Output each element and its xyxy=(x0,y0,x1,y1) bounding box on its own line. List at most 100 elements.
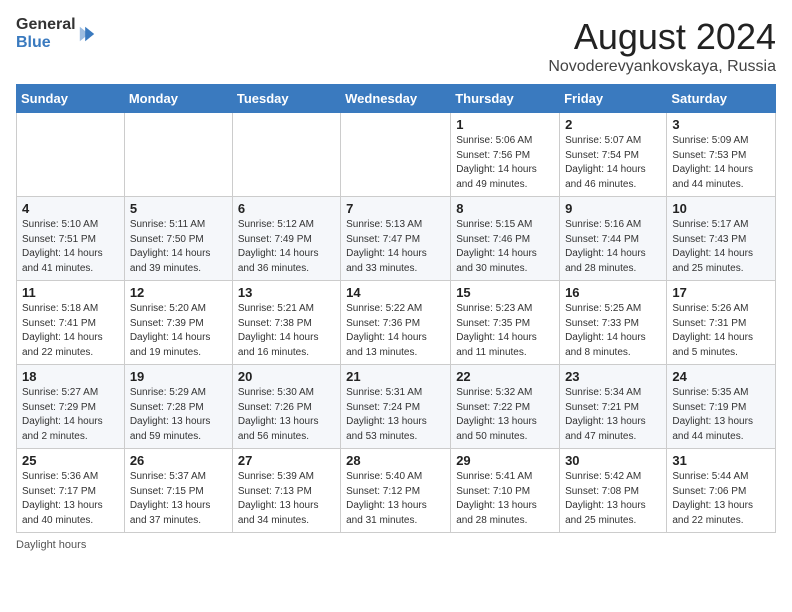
cell-4-6: 31 Sunrise: 5:44 AM Sunset: 7:06 PM Dayli… xyxy=(667,449,776,533)
cell-info: Sunrise: 5:07 AM Sunset: 7:54 PM Dayligh… xyxy=(565,134,661,192)
cell-info: Sunrise: 5:21 AM Sunset: 7:38 PM Dayligh… xyxy=(238,302,335,360)
day-number: 10 xyxy=(672,201,770,216)
cell-info: Sunrise: 5:23 AM Sunset: 7:35 PM Dayligh… xyxy=(456,302,554,360)
cell-2-1: 12 Sunrise: 5:20 AM Sunset: 7:39 PM Dayli… xyxy=(124,281,232,365)
cell-info: Sunrise: 5:39 AM Sunset: 7:13 PM Dayligh… xyxy=(238,470,335,528)
cell-info: Sunrise: 5:17 AM Sunset: 7:43 PM Dayligh… xyxy=(672,218,770,276)
cell-2-6: 17 Sunrise: 5:26 AM Sunset: 7:31 PM Dayli… xyxy=(667,281,776,365)
cell-0-2 xyxy=(232,113,340,197)
cell-info: Sunrise: 5:37 AM Sunset: 7:15 PM Dayligh… xyxy=(130,470,227,528)
cell-1-6: 10 Sunrise: 5:17 AM Sunset: 7:43 PM Dayli… xyxy=(667,197,776,281)
cell-info: Sunrise: 5:40 AM Sunset: 7:12 PM Dayligh… xyxy=(346,470,445,528)
cell-info: Sunrise: 5:44 AM Sunset: 7:06 PM Dayligh… xyxy=(672,470,770,528)
day-number: 17 xyxy=(672,285,770,300)
day-number: 15 xyxy=(456,285,554,300)
day-number: 22 xyxy=(456,369,554,384)
day-header-sunday: Sunday xyxy=(17,85,125,113)
cell-2-0: 11Sunrise: 5:18 AM Sunset: 7:41 PM Dayli… xyxy=(17,281,125,365)
cell-info: Sunrise: 5:10 AM Sunset: 7:51 PM Dayligh… xyxy=(22,218,119,276)
day-number: 11 xyxy=(22,285,119,300)
cell-1-0: 4 Sunrise: 5:10 AM Sunset: 7:51 PM Daylig… xyxy=(17,197,125,281)
day-number: 9 xyxy=(565,201,661,216)
day-number: 14 xyxy=(346,285,445,300)
cell-info: Sunrise: 5:16 AM Sunset: 7:44 PM Dayligh… xyxy=(565,218,661,276)
cell-info: Sunrise: 5:22 AM Sunset: 7:36 PM Dayligh… xyxy=(346,302,445,360)
cell-4-4: 29Sunrise: 5:41 AM Sunset: 7:10 PM Dayli… xyxy=(451,449,560,533)
cell-info: Sunrise: 5:26 AM Sunset: 7:31 PM Dayligh… xyxy=(672,302,770,360)
cell-1-4: 8 Sunrise: 5:15 AM Sunset: 7:46 PM Daylig… xyxy=(451,197,560,281)
cell-0-5: 2Sunrise: 5:07 AM Sunset: 7:54 PM Daylig… xyxy=(560,113,667,197)
cell-2-2: 13 Sunrise: 5:21 AM Sunset: 7:38 PM Dayli… xyxy=(232,281,340,365)
cell-info: Sunrise: 5:29 AM Sunset: 7:28 PM Dayligh… xyxy=(130,386,227,444)
day-number: 30 xyxy=(565,453,661,468)
cell-3-3: 21 Sunrise: 5:31 AM Sunset: 7:24 PM Dayli… xyxy=(341,365,451,449)
cell-2-4: 15 Sunrise: 5:23 AM Sunset: 7:35 PM Dayli… xyxy=(451,281,560,365)
logo-general: General xyxy=(16,16,76,34)
day-header-tuesday: Tuesday xyxy=(232,85,340,113)
logo: General Blue xyxy=(16,16,96,51)
day-number: 26 xyxy=(130,453,227,468)
cell-info: Sunrise: 5:35 AM Sunset: 7:19 PM Dayligh… xyxy=(672,386,770,444)
day-number: 4 xyxy=(22,201,119,216)
cell-info: Sunrise: 5:20 AM Sunset: 7:39 PM Dayligh… xyxy=(130,302,227,360)
cell-1-2: 6 Sunrise: 5:12 AM Sunset: 7:49 PM Daylig… xyxy=(232,197,340,281)
day-header-saturday: Saturday xyxy=(667,85,776,113)
cell-0-1 xyxy=(124,113,232,197)
day-number: 1 xyxy=(456,117,554,132)
cell-4-5: 30 Sunrise: 5:42 AM Sunset: 7:08 PM Dayli… xyxy=(560,449,667,533)
cell-0-3 xyxy=(341,113,451,197)
day-number: 16 xyxy=(565,285,661,300)
logo-blue: Blue xyxy=(16,34,76,52)
cell-info: Sunrise: 5:25 AM Sunset: 7:33 PM Dayligh… xyxy=(565,302,661,360)
day-number: 21 xyxy=(346,369,445,384)
cell-3-1: 19 Sunrise: 5:29 AM Sunset: 7:28 PM Dayli… xyxy=(124,365,232,449)
cell-info: Sunrise: 5:31 AM Sunset: 7:24 PM Dayligh… xyxy=(346,386,445,444)
calendar-table: SundayMondayTuesdayWednesdayThursdayFrid… xyxy=(16,84,776,533)
day-number: 13 xyxy=(238,285,335,300)
cell-3-6: 24 Sunrise: 5:35 AM Sunset: 7:19 PM Dayli… xyxy=(667,365,776,449)
cell-1-5: 9 Sunrise: 5:16 AM Sunset: 7:44 PM Daylig… xyxy=(560,197,667,281)
day-number: 20 xyxy=(238,369,335,384)
cell-1-3: 7 Sunrise: 5:13 AM Sunset: 7:47 PM Daylig… xyxy=(341,197,451,281)
footer-text: Daylight hours xyxy=(16,539,86,551)
day-number: 6 xyxy=(238,201,335,216)
day-number: 28 xyxy=(346,453,445,468)
cell-info: Sunrise: 5:12 AM Sunset: 7:49 PM Dayligh… xyxy=(238,218,335,276)
cell-4-3: 28 Sunrise: 5:40 AM Sunset: 7:12 PM Dayli… xyxy=(341,449,451,533)
cell-3-4: 22 Sunrise: 5:32 AM Sunset: 7:22 PM Dayli… xyxy=(451,365,560,449)
cell-3-0: 18Sunrise: 5:27 AM Sunset: 7:29 PM Dayli… xyxy=(17,365,125,449)
cell-info: Sunrise: 5:32 AM Sunset: 7:22 PM Dayligh… xyxy=(456,386,554,444)
cell-info: Sunrise: 5:27 AM Sunset: 7:29 PM Dayligh… xyxy=(22,386,119,444)
day-number: 3 xyxy=(672,117,770,132)
cell-info: Sunrise: 5:41 AM Sunset: 7:10 PM Dayligh… xyxy=(456,470,554,528)
day-number: 12 xyxy=(130,285,227,300)
day-number: 5 xyxy=(130,201,227,216)
cell-info: Sunrise: 5:11 AM Sunset: 7:50 PM Dayligh… xyxy=(130,218,227,276)
week-row-1: 4 Sunrise: 5:10 AM Sunset: 7:51 PM Daylig… xyxy=(17,197,776,281)
cell-info: Sunrise: 5:06 AM Sunset: 7:56 PM Dayligh… xyxy=(456,134,554,192)
day-number: 31 xyxy=(672,453,770,468)
cell-info: Sunrise: 5:36 AM Sunset: 7:17 PM Dayligh… xyxy=(22,470,119,528)
day-header-monday: Monday xyxy=(124,85,232,113)
day-number: 24 xyxy=(672,369,770,384)
cell-4-2: 27 Sunrise: 5:39 AM Sunset: 7:13 PM Dayli… xyxy=(232,449,340,533)
cell-0-4: 1 Sunrise: 5:06 AM Sunset: 7:56 PM Daylig… xyxy=(451,113,560,197)
cell-4-0: 25 Sunrise: 5:36 AM Sunset: 7:17 PM Dayli… xyxy=(17,449,125,533)
day-number: 7 xyxy=(346,201,445,216)
day-number: 27 xyxy=(238,453,335,468)
day-header-thursday: Thursday xyxy=(451,85,560,113)
day-header-friday: Friday xyxy=(560,85,667,113)
cell-info: Sunrise: 5:15 AM Sunset: 7:46 PM Dayligh… xyxy=(456,218,554,276)
day-number: 23 xyxy=(565,369,661,384)
cell-2-3: 14 Sunrise: 5:22 AM Sunset: 7:36 PM Dayli… xyxy=(341,281,451,365)
day-number: 8 xyxy=(456,201,554,216)
day-header-wednesday: Wednesday xyxy=(341,85,451,113)
cell-info: Sunrise: 5:42 AM Sunset: 7:08 PM Dayligh… xyxy=(565,470,661,528)
cell-0-6: 3 Sunrise: 5:09 AM Sunset: 7:53 PM Daylig… xyxy=(667,113,776,197)
cell-info: Sunrise: 5:09 AM Sunset: 7:53 PM Dayligh… xyxy=(672,134,770,192)
day-number: 25 xyxy=(22,453,119,468)
day-number: 19 xyxy=(130,369,227,384)
cell-info: Sunrise: 5:13 AM Sunset: 7:47 PM Dayligh… xyxy=(346,218,445,276)
cell-info: Sunrise: 5:34 AM Sunset: 7:21 PM Dayligh… xyxy=(565,386,661,444)
cell-3-5: 23 Sunrise: 5:34 AM Sunset: 7:21 PM Dayli… xyxy=(560,365,667,449)
